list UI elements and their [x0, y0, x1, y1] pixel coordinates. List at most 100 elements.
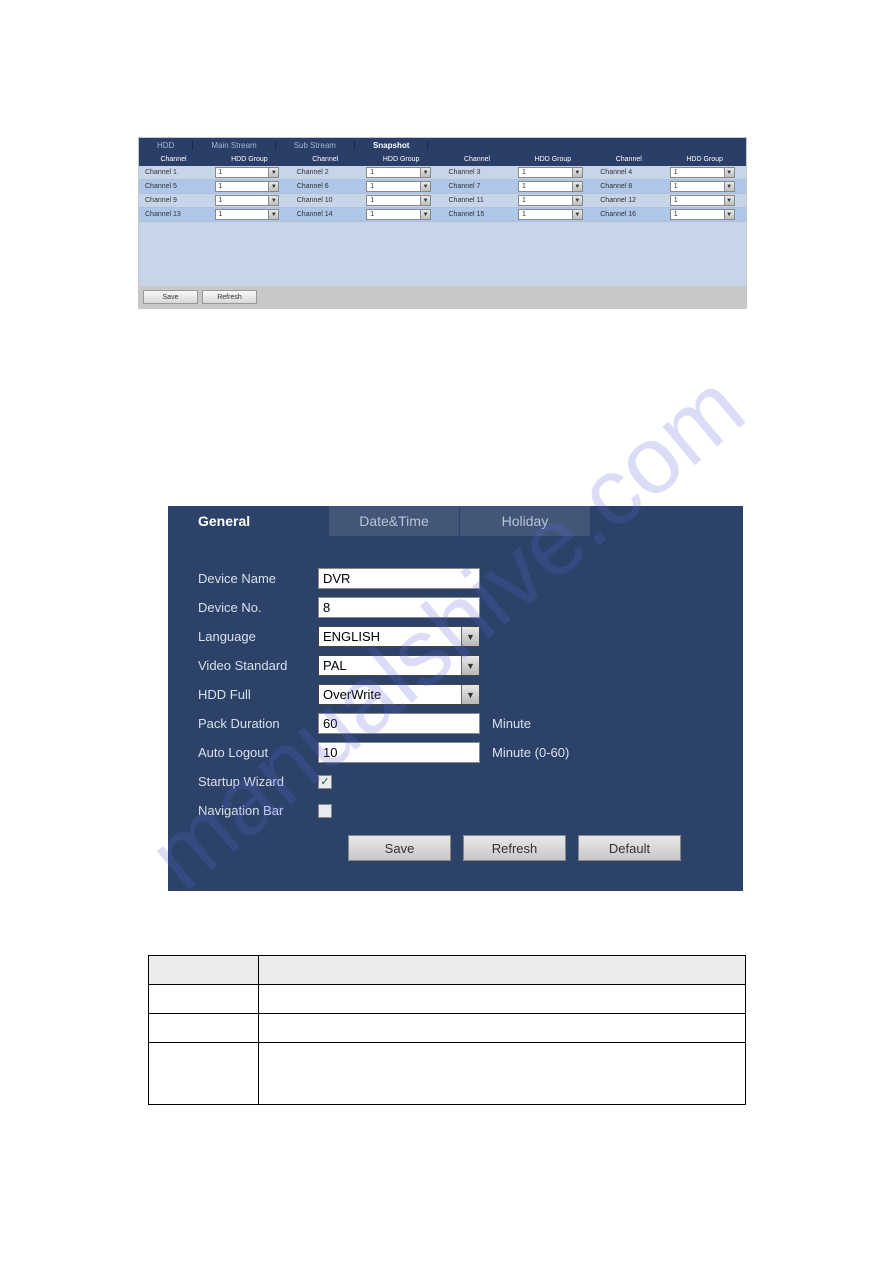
refresh-button[interactable]: Refresh [202, 290, 257, 304]
table-row [149, 1043, 746, 1105]
hdd-group-cell: 1▼ [512, 208, 594, 221]
chevron-down-icon: ▼ [572, 168, 582, 177]
channel-cell: Channel 3 [443, 166, 513, 179]
hdd-group-cell: 1▼ [512, 194, 594, 207]
chevron-down-icon: ▼ [461, 685, 479, 704]
select-value: 1 [370, 166, 374, 180]
chevron-down-icon: ▼ [724, 168, 734, 177]
save-button[interactable]: Save [348, 835, 451, 861]
table-header: Channel HDD Group Channel HDD Group Chan… [139, 153, 746, 166]
hdd-group-select[interactable]: 1▼ [366, 167, 431, 178]
hdd-group-select[interactable]: 1▼ [215, 167, 280, 178]
channel-cell: Channel 5 [139, 180, 209, 193]
tab-holiday[interactable]: Holiday [460, 506, 590, 536]
chevron-down-icon: ▼ [461, 656, 479, 675]
hdd-group-cell: 1▼ [360, 208, 442, 221]
select-value: 1 [219, 194, 223, 208]
hdd-group-cell: 1▼ [360, 194, 442, 207]
select-value: 1 [370, 180, 374, 194]
tab-hdd[interactable]: HDD [139, 141, 193, 150]
input-device-name[interactable]: DVR [318, 568, 480, 589]
table-body[interactable]: Channel 11▼Channel 21▼Channel 31▼Channel… [139, 166, 746, 286]
tab-sub-stream[interactable]: Sub Stream [276, 141, 355, 150]
tab-date-time[interactable]: Date&Time [329, 506, 459, 536]
channel-cell: Channel 10 [291, 194, 361, 207]
select-value: PAL [323, 658, 347, 673]
channel-cell: Channel 7 [443, 180, 513, 193]
tab-main-stream[interactable]: Main Stream [193, 141, 275, 150]
select-value: 1 [674, 194, 678, 208]
input-auto-logout[interactable]: 10 [318, 742, 480, 763]
channel-cell: Channel 8 [594, 180, 664, 193]
form-area: Device Name DVR Device No. 8 Language EN… [168, 536, 743, 871]
checkbox-startup-wizard[interactable]: ✓ [318, 775, 332, 789]
hdd-group-select[interactable]: 1▼ [518, 167, 583, 178]
general-settings-panel: General Date&Time Holiday Device Name DV… [168, 506, 743, 891]
default-button[interactable]: Default [578, 835, 681, 861]
panel1-buttons: Save Refresh [139, 286, 746, 308]
cell [149, 985, 259, 1014]
hdd-group-select[interactable]: 1▼ [670, 209, 735, 220]
hdd-group-select[interactable]: 1▼ [215, 209, 280, 220]
cell [149, 1043, 259, 1105]
hdd-group-cell: 1▼ [664, 180, 746, 193]
cell [259, 1014, 746, 1043]
select-value: 1 [674, 208, 678, 222]
label-hdd-full: HDD Full [198, 687, 318, 702]
input-pack-duration[interactable]: 60 [318, 713, 480, 734]
tab-snapshot[interactable]: Snapshot [355, 141, 428, 150]
select-hdd-full[interactable]: OverWrite▼ [318, 684, 480, 705]
hdd-group-cell: 1▼ [664, 208, 746, 221]
refresh-button[interactable]: Refresh [463, 835, 566, 861]
chevron-down-icon: ▼ [461, 627, 479, 646]
chevron-down-icon: ▼ [724, 210, 734, 219]
hdd-group-select[interactable]: 1▼ [670, 167, 735, 178]
table-row: Channel 11▼Channel 21▼Channel 31▼Channel… [139, 166, 746, 180]
label-device-no: Device No. [198, 600, 318, 615]
hdd-group-select[interactable]: 1▼ [670, 181, 735, 192]
chevron-down-icon: ▼ [420, 168, 430, 177]
input-device-no[interactable]: 8 [318, 597, 480, 618]
th-channel: Channel [594, 153, 663, 166]
tab-general[interactable]: General [168, 506, 328, 536]
hdd-group-select[interactable]: 1▼ [366, 181, 431, 192]
table-row [149, 985, 746, 1014]
th-channel: Channel [139, 153, 208, 166]
description-table [148, 955, 746, 1105]
hdd-group-select[interactable]: 1▼ [518, 195, 583, 206]
hdd-group-select[interactable]: 1▼ [518, 209, 583, 220]
hdd-group-select[interactable]: 1▼ [670, 195, 735, 206]
hdd-group-select[interactable]: 1▼ [366, 195, 431, 206]
channel-cell: Channel 16 [594, 208, 664, 221]
select-language[interactable]: ENGLISH▼ [318, 626, 480, 647]
hdd-group-select[interactable]: 1▼ [518, 181, 583, 192]
save-button[interactable]: Save [143, 290, 198, 304]
hdd-group-cell: 1▼ [360, 166, 442, 179]
cell [259, 1043, 746, 1105]
hdd-group-select[interactable]: 1▼ [215, 181, 280, 192]
chevron-down-icon: ▼ [572, 182, 582, 191]
label-device-name: Device Name [198, 571, 318, 586]
table-row [149, 1014, 746, 1043]
hdd-group-cell: 1▼ [664, 166, 746, 179]
channel-cell: Channel 15 [443, 208, 513, 221]
select-value: 1 [674, 180, 678, 194]
th-hdd-group: HDD Group [663, 153, 746, 166]
row-language: Language ENGLISH▼ [198, 622, 713, 651]
row-device-no: Device No. 8 [198, 593, 713, 622]
channel-cell: Channel 2 [291, 166, 361, 179]
checkbox-navigation-bar[interactable] [318, 804, 332, 818]
panel1-tabs: HDD Main Stream Sub Stream Snapshot [139, 138, 746, 153]
th-channel: Channel [291, 153, 360, 166]
hdd-group-select[interactable]: 1▼ [366, 209, 431, 220]
row-pack-duration: Pack Duration 60 Minute [198, 709, 713, 738]
row-device-name: Device Name DVR [198, 564, 713, 593]
hdd-group-select[interactable]: 1▼ [215, 195, 280, 206]
select-value: 1 [219, 166, 223, 180]
select-video-standard[interactable]: PAL ▼ [318, 655, 480, 676]
cell [259, 956, 746, 985]
channel-cell: Channel 13 [139, 208, 209, 221]
chevron-down-icon: ▼ [268, 168, 278, 177]
label-startup-wizard: Startup Wizard [198, 774, 318, 789]
label-language: Language [198, 629, 318, 644]
